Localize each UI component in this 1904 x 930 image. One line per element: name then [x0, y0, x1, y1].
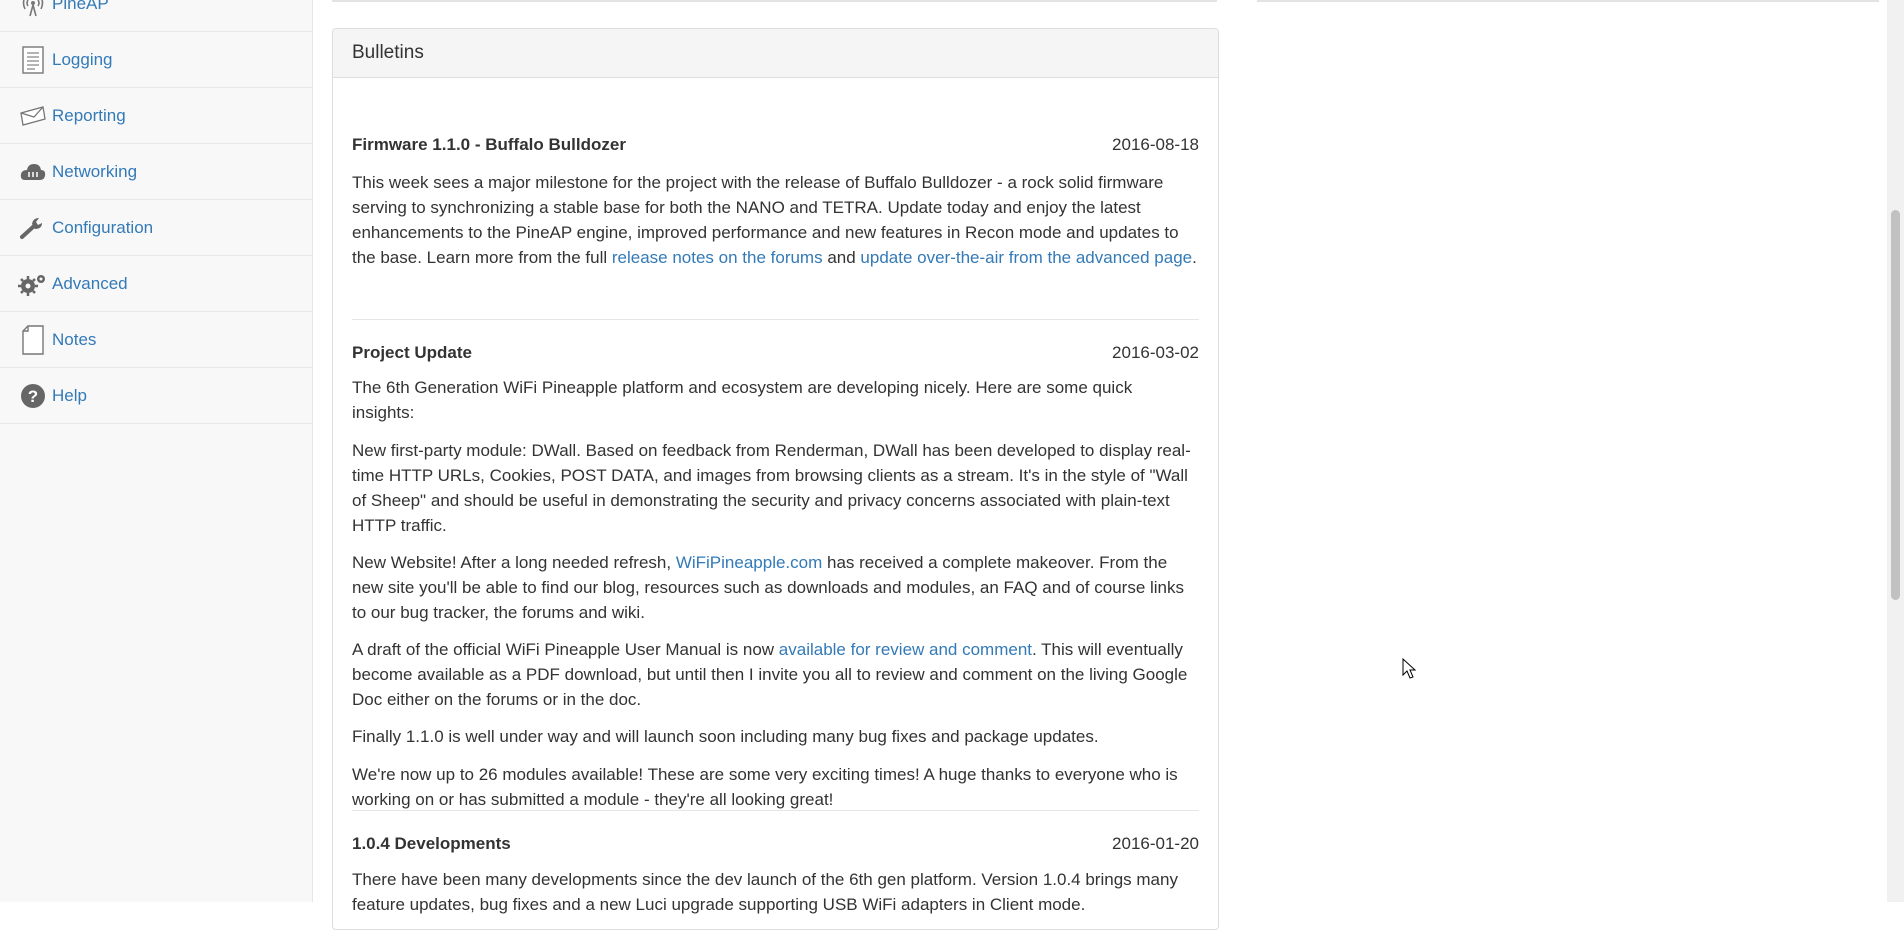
sidebar-item-label: PineAP: [52, 0, 109, 13]
bulletin-date: 2016-01-20: [1112, 834, 1199, 853]
sidebar-item-pineap[interactable]: PineAP: [0, 0, 312, 32]
update-ota-link[interactable]: update over-the-air from the advanced pa…: [860, 248, 1192, 267]
gears-icon: [18, 269, 48, 299]
release-notes-link[interactable]: release notes on the forums: [612, 248, 823, 267]
bulletin-paragraph: The 6th Generation WiFi Pineapple platfo…: [352, 378, 1133, 422]
question-circle-icon: ?: [18, 381, 48, 411]
bulletins-panel: Bulletins Firmware 1.1.0 - Buffalo Bulld…: [332, 28, 1219, 930]
right-column-border: [1257, 0, 1879, 2]
sidebar-item-configuration[interactable]: Configuration: [0, 200, 312, 256]
bulletin-date: 2016-08-18: [1112, 135, 1199, 154]
sidebar-item-label: Logging: [52, 49, 113, 69]
bulletin-title: Project Update: [352, 343, 472, 362]
panel-heading: Bulletins: [333, 29, 1218, 78]
bulletin-item: Project Update 2016-03-02 The 6th Genera…: [352, 343, 1199, 812]
bulletin-date: 2016-03-02: [1112, 343, 1199, 362]
log-document-icon: [18, 45, 48, 75]
bulletin-title: 1.0.4 Developments: [352, 834, 511, 853]
bulletin-item: Firmware 1.1.0 - Buffalo Bulldozer 2016-…: [352, 135, 1199, 270]
sidebar-item-label: Advanced: [52, 273, 128, 293]
note-page-icon: [18, 324, 48, 355]
sidebar-item-notes[interactable]: Notes: [0, 312, 312, 368]
bulletin-paragraph: New Website! After a long needed refresh…: [352, 550, 1199, 625]
paragraph-text: New Website! After a long needed refresh…: [352, 553, 676, 572]
vertical-scrollbar[interactable]: [1887, 0, 1904, 902]
sidebar-item-reporting[interactable]: Reporting: [0, 88, 312, 144]
bulletin-divider: [352, 810, 1199, 811]
mouse-cursor-icon: [1402, 658, 1417, 679]
sidebar-item-help[interactable]: ? Help: [0, 368, 312, 424]
bulletin-paragraph: There have been many developments since …: [352, 870, 1178, 914]
bulletin-paragraph: We're now up to 26 modules available! Th…: [352, 765, 1178, 809]
wifipineapple-link[interactable]: WiFiPineapple.com: [676, 553, 822, 572]
sidebar-item-label: Reporting: [52, 105, 126, 125]
sidebar-item-label: Configuration: [52, 217, 154, 237]
sidebar-item-logging[interactable]: Logging: [0, 32, 312, 88]
envelope-icon: [18, 101, 48, 131]
antenna-icon: [18, 0, 48, 19]
sidebar-item-networking[interactable]: Networking: [0, 144, 312, 200]
bulletin-paragraph: A draft of the official WiFi Pineapple U…: [352, 637, 1199, 712]
scrollbar-thumb[interactable]: [1891, 210, 1900, 600]
sidebar-item-advanced[interactable]: Advanced: [0, 256, 312, 312]
bulletin-divider: [352, 319, 1199, 320]
svg-text:?: ?: [28, 387, 38, 406]
paragraph-text: A draft of the official WiFi Pineapple U…: [352, 640, 779, 659]
panel-title: Bulletins: [352, 42, 424, 63]
wrench-icon: [18, 213, 48, 243]
bulletin-title: Firmware 1.1.0 - Buffalo Bulldozer: [352, 135, 626, 154]
paragraph-text: and: [822, 248, 861, 267]
sidebar-item-label: Help: [52, 385, 87, 405]
bulletin-paragraph: Finally 1.1.0 is well under way and will…: [352, 727, 1099, 746]
user-manual-link[interactable]: available for review and comment: [779, 640, 1032, 659]
bulletin-item: 1.0.4 Developments 2016-01-20 There have…: [352, 834, 1199, 917]
cloud-network-icon: [18, 157, 48, 187]
paragraph-text: .: [1192, 248, 1197, 267]
sidebar-item-label: Networking: [52, 161, 138, 181]
sidebar-item-label: Notes: [52, 329, 97, 349]
bulletin-paragraph: New first-party module: DWall. Based on …: [352, 441, 1191, 535]
sidebar: PineAP Logging Reporting Networking Conf…: [0, 0, 313, 902]
panel-above-border: [332, 0, 1217, 2]
bulletin-paragraph: This week sees a major milestone for the…: [352, 170, 1199, 270]
